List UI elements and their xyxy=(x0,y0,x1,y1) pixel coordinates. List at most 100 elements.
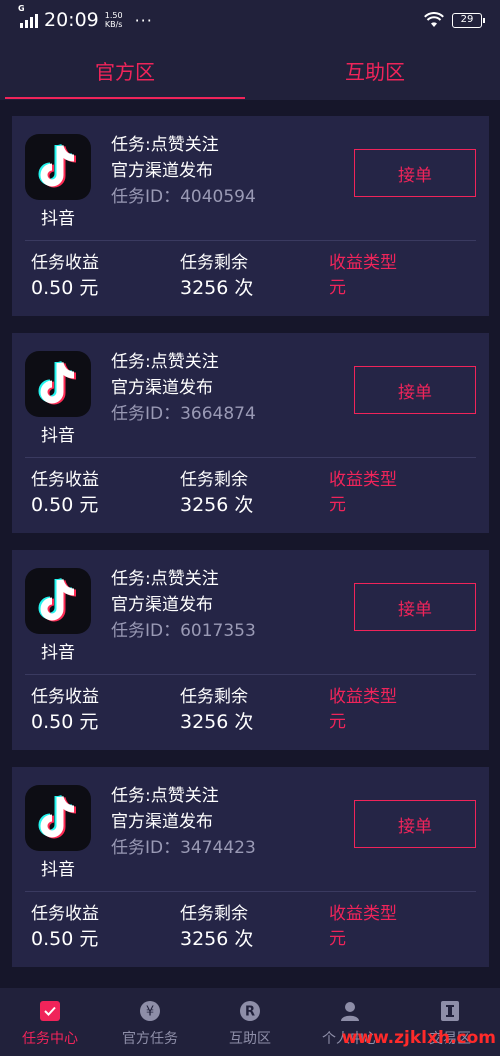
task-info: 任务:点赞关注 官方渠道发布 任务ID：6017353 xyxy=(111,566,256,644)
income-label: 任务收益 xyxy=(31,687,99,707)
task-remaining: 任务剩余 3256 次 xyxy=(180,902,253,952)
tiktok-icon xyxy=(25,134,91,200)
accept-task-button[interactable]: 接单 xyxy=(354,366,476,414)
tiktok-icon xyxy=(25,568,91,634)
task-card: 抖音 任务:点赞关注 官方渠道发布 任务ID：6017353 接单 任务收益 0… xyxy=(12,550,489,750)
tiktok-icon xyxy=(25,351,91,417)
network-speed: 1.50 KB/s xyxy=(105,11,123,29)
income-type: 收益类型 元 xyxy=(329,251,397,301)
task-info: 任务:点赞关注 官方渠道发布 任务ID：4040594 xyxy=(111,132,256,210)
app-name: 抖音 xyxy=(41,860,75,880)
task-remaining: 任务剩余 3256 次 xyxy=(180,251,253,301)
tiktok-icon xyxy=(25,785,91,851)
yen-icon: ¥ xyxy=(139,1000,161,1022)
bottom-nav: 任务中心 ¥ 官方任务 R 互助区 个人中心 交易区 www.zjklxh.co… xyxy=(0,988,500,1056)
tab-bar: 官方区 互助区 xyxy=(0,40,500,100)
income-type-value: 元 xyxy=(329,278,346,298)
divider xyxy=(25,674,476,675)
remaining-label: 任务剩余 xyxy=(180,904,248,924)
nav-official-tasks[interactable]: ¥ 官方任务 xyxy=(100,988,200,1056)
nav-task-center[interactable]: 任务中心 xyxy=(0,988,100,1056)
nav-label: 任务中心 xyxy=(22,1031,78,1047)
app-name: 抖音 xyxy=(41,426,75,446)
income-type-label: 收益类型 xyxy=(329,470,397,490)
nav-label: 互助区 xyxy=(229,1031,271,1047)
income-value: 0.50 元 xyxy=(31,711,99,733)
income-type: 收益类型 元 xyxy=(329,902,397,952)
network-type: G xyxy=(18,4,25,13)
task-title: 任务:点赞关注 xyxy=(111,786,219,806)
task-id: 任务ID：3474423 xyxy=(111,838,256,858)
watermark: www.zjklxh.com xyxy=(341,1028,496,1048)
task-income: 任务收益 0.50 元 xyxy=(31,251,99,301)
remaining-value: 3256 次 xyxy=(180,928,254,950)
income-label: 任务收益 xyxy=(31,253,99,273)
income-type-label: 收益类型 xyxy=(329,904,397,924)
status-bar: G 20:09 1.50 KB/s ··· 29 xyxy=(0,0,500,40)
income-type-value: 元 xyxy=(329,712,346,732)
income-type-label: 收益类型 xyxy=(329,687,397,707)
divider xyxy=(25,457,476,458)
task-channel: 官方渠道发布 xyxy=(111,161,213,181)
trade-icon xyxy=(439,1000,461,1022)
task-title: 任务:点赞关注 xyxy=(111,569,219,589)
income-type: 收益类型 元 xyxy=(329,468,397,518)
task-card: 抖音 任务:点赞关注 官方渠道发布 任务ID：4040594 接单 任务收益 0… xyxy=(12,116,489,316)
income-type-label: 收益类型 xyxy=(329,253,397,273)
signal-icon: G xyxy=(18,4,38,28)
speed-value: 1.50 xyxy=(104,11,123,20)
task-channel: 官方渠道发布 xyxy=(111,812,213,832)
speed-unit: KB/s xyxy=(104,20,123,29)
income-label: 任务收益 xyxy=(31,470,99,490)
wifi-icon xyxy=(424,12,444,28)
svg-text:¥: ¥ xyxy=(146,1005,154,1020)
task-card: 抖音 任务:点赞关注 官方渠道发布 任务ID：3474423 接单 任务收益 0… xyxy=(12,767,489,967)
task-income: 任务收益 0.50 元 xyxy=(31,902,99,952)
remaining-value: 3256 次 xyxy=(180,711,254,733)
app-name: 抖音 xyxy=(41,643,75,663)
battery-icon: 29 xyxy=(452,12,485,28)
income-label: 任务收益 xyxy=(31,904,99,924)
divider xyxy=(25,891,476,892)
task-remaining: 任务剩余 3256 次 xyxy=(180,685,253,735)
remaining-label: 任务剩余 xyxy=(180,470,248,490)
task-title: 任务:点赞关注 xyxy=(111,135,219,155)
income-type: 收益类型 元 xyxy=(329,685,397,735)
remaining-label: 任务剩余 xyxy=(180,253,248,273)
app-name: 抖音 xyxy=(41,209,75,229)
income-value: 0.50 元 xyxy=(31,277,99,299)
remaining-label: 任务剩余 xyxy=(180,687,248,707)
task-id: 任务ID：4040594 xyxy=(111,187,256,207)
task-info: 任务:点赞关注 官方渠道发布 任务ID：3664874 xyxy=(111,349,256,427)
income-value: 0.50 元 xyxy=(31,494,99,516)
tab-official[interactable]: 官方区 xyxy=(0,40,250,100)
task-info: 任务:点赞关注 官方渠道发布 任务ID：3474423 xyxy=(111,783,256,861)
more-notifications-icon: ··· xyxy=(134,10,153,30)
person-icon xyxy=(339,1000,361,1022)
task-income: 任务收益 0.50 元 xyxy=(31,468,99,518)
task-id: 任务ID：3664874 xyxy=(111,404,256,424)
task-channel: 官方渠道发布 xyxy=(111,595,213,615)
income-value: 0.50 元 xyxy=(31,928,99,950)
task-id: 任务ID：6017353 xyxy=(111,621,256,641)
nav-mutual[interactable]: R 互助区 xyxy=(200,988,300,1056)
task-remaining: 任务剩余 3256 次 xyxy=(180,468,253,518)
divider xyxy=(25,240,476,241)
task-center-icon xyxy=(39,1000,61,1022)
task-income: 任务收益 0.50 元 xyxy=(31,685,99,735)
accept-task-button[interactable]: 接单 xyxy=(354,149,476,197)
tab-mutual[interactable]: 互助区 xyxy=(250,40,500,100)
task-title: 任务:点赞关注 xyxy=(111,352,219,372)
remaining-value: 3256 次 xyxy=(180,494,254,516)
income-type-value: 元 xyxy=(329,495,346,515)
nav-label: 官方任务 xyxy=(122,1031,178,1047)
accept-task-button[interactable]: 接单 xyxy=(354,583,476,631)
accept-task-button[interactable]: 接单 xyxy=(354,800,476,848)
task-card: 抖音 任务:点赞关注 官方渠道发布 任务ID：3664874 接单 任务收益 0… xyxy=(12,333,489,533)
remaining-value: 3256 次 xyxy=(180,277,254,299)
clock: 20:09 xyxy=(44,9,99,31)
task-list: 抖音 任务:点赞关注 官方渠道发布 任务ID：4040594 接单 任务收益 0… xyxy=(12,116,489,984)
task-channel: 官方渠道发布 xyxy=(111,378,213,398)
svg-text:R: R xyxy=(245,1005,255,1020)
r-icon: R xyxy=(239,1000,261,1022)
